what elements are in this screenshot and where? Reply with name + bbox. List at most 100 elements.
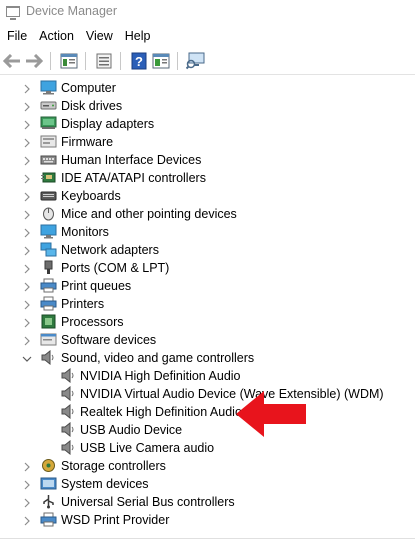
tree-category-print-queues[interactable]: Print queues [0,277,415,295]
menu-help[interactable]: Help [119,29,157,43]
tree-item-label: Software devices [61,333,157,347]
tree-item-label: Sound, video and game controllers [61,351,255,365]
chevron-right-icon[interactable] [22,461,32,472]
menu-file[interactable]: File [0,29,33,43]
forward-icon[interactable] [24,51,44,71]
menu-action[interactable]: Action [33,29,80,43]
tree-category-printers[interactable]: Printers [0,295,415,313]
tree-category-sound-video-and-game-controllers[interactable]: Sound, video and game controllers [0,349,415,367]
title-bar: Device Manager [0,0,415,22]
tree-item-label: Ports (COM & LPT) [61,261,170,275]
tree-item-label: IDE ATA/ATAPI controllers [61,171,206,185]
tree-item-label: NVIDIA Virtual Audio Device (Wave Extens… [80,387,384,401]
tree-category-ports-com-lpt[interactable]: Ports (COM & LPT) [0,259,415,277]
speaker-icon [40,349,57,366]
chevron-right-icon[interactable] [22,281,32,292]
usb-icon [40,494,57,510]
toolbar-separator [50,52,51,70]
view-icon[interactable] [94,51,114,71]
display-icon [40,116,57,132]
tree-category-disk-drives[interactable]: Disk drives [0,97,415,115]
properties-icon[interactable] [59,51,79,71]
chevron-right-icon[interactable] [22,245,32,256]
tree-category-storage-controllers[interactable]: Storage controllers [0,457,415,475]
bottom-divider [0,538,415,539]
mouse-icon [40,206,57,222]
printer-icon [40,278,57,294]
tree-item-label: System devices [61,477,149,491]
chevron-right-icon[interactable] [22,227,32,238]
tree-item-label: Processors [61,315,124,329]
tree-item-label: Display adapters [61,117,155,131]
chevron-right-icon[interactable] [22,317,32,328]
hid-icon [40,152,57,168]
tree-category-processors[interactable]: Processors [0,313,415,331]
tree-category-human-interface-devices[interactable]: Human Interface Devices [0,151,415,169]
printer-icon [40,296,57,312]
chevron-right-icon[interactable] [22,173,32,184]
tree-device-nvidia-virtual-audio-device-wave-extensible-wdm[interactable]: NVIDIA Virtual Audio Device (Wave Extens… [0,385,415,403]
tree-item-label: NVIDIA High Definition Audio [80,369,241,383]
tree-item-label: Network adapters [61,243,159,257]
tree-category-computer[interactable]: Computer [0,79,415,97]
chevron-right-icon[interactable] [22,515,32,526]
tree-item-label: Firmware [61,135,114,149]
printer-icon [40,512,57,528]
device-manager-icon [6,5,20,20]
svg-text:?: ? [135,54,143,69]
chevron-right-icon[interactable] [22,209,32,220]
tree-device-realtek-high-definition-audio[interactable]: Realtek High Definition Audio [0,403,415,421]
speaker-icon [60,367,77,384]
chevron-right-icon[interactable] [22,479,32,490]
tree-category-display-adapters[interactable]: Display adapters [0,115,415,133]
toolbar-separator [177,52,178,70]
tree-category-firmware[interactable]: Firmware [0,133,415,151]
chevron-right-icon[interactable] [22,299,32,310]
tree-item-label: Mice and other pointing devices [61,207,237,221]
chevron-right-icon[interactable] [22,119,32,130]
toolbar: ? [0,49,415,73]
tree-category-ide-ata-atapi-controllers[interactable]: IDE ATA/ATAPI controllers [0,169,415,187]
speaker-icon [60,385,77,402]
tree-device-usb-live-camera-audio[interactable]: USB Live Camera audio [0,439,415,457]
help-icon[interactable]: ? [129,51,149,71]
tree-category-monitors[interactable]: Monitors [0,223,415,241]
chevron-down-icon[interactable] [22,353,32,363]
chevron-right-icon[interactable] [22,335,32,346]
tree-item-label: Realtek High Definition Audio [80,405,242,419]
chevron-right-icon[interactable] [22,191,32,202]
tree-category-network-adapters[interactable]: Network adapters [0,241,415,259]
keyboard-icon [40,188,57,204]
tree-category-system-devices[interactable]: System devices [0,475,415,493]
tree-category-keyboards[interactable]: Keyboards [0,187,415,205]
tree-category-universal-serial-bus-controllers[interactable]: Universal Serial Bus controllers [0,493,415,511]
tree-device-usb-audio-device[interactable]: USB Audio Device [0,421,415,439]
chevron-right-icon[interactable] [22,263,32,274]
window-title: Device Manager [26,4,118,18]
toolbar-divider [0,74,415,75]
tree-item-label: WSD Print Provider [61,513,170,527]
menu-view[interactable]: View [80,29,119,43]
toolbar-separator [85,52,86,70]
tree-item-label: Printers [61,297,105,311]
chevron-right-icon[interactable] [22,155,32,166]
tree-item-label: Computer [61,81,116,95]
tree-item-label: USB Live Camera audio [80,441,215,455]
chevron-right-icon[interactable] [22,137,32,148]
network-icon [40,242,57,258]
speaker-icon [60,403,77,420]
tree-category-software-devices[interactable]: Software devices [0,331,415,349]
tree-category-mice-and-other-pointing-devices[interactable]: Mice and other pointing devices [0,205,415,223]
tree-category-wsd-print-provider[interactable]: WSD Print Provider [0,511,415,529]
chevron-right-icon[interactable] [22,101,32,112]
monitor-scan-icon[interactable] [186,51,206,71]
driver-icon[interactable] [151,51,171,71]
chevron-right-icon[interactable] [22,83,32,94]
device-tree: Computer Disk drives Display adapters Firmw… [0,79,415,529]
tree-device-nvidia-high-definition-audio[interactable]: NVIDIA High Definition Audio [0,367,415,385]
chevron-right-icon[interactable] [22,497,32,508]
menu-bar: File Action View Help [0,25,415,47]
back-icon[interactable] [2,51,22,71]
tree-item-label: Monitors [61,225,109,239]
tree-item-label: Disk drives [61,99,123,113]
